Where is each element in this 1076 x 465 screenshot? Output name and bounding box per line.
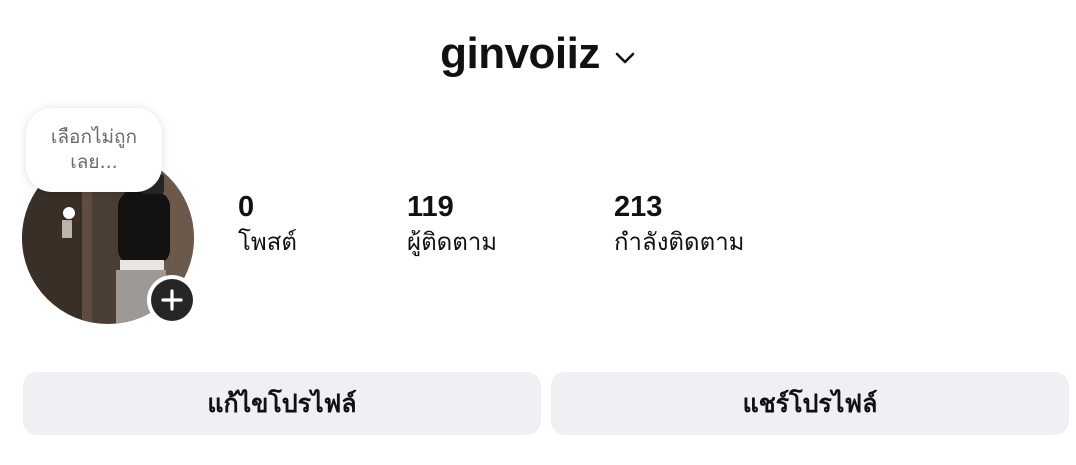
share-profile-button[interactable]: แชร์โปรไฟล์ [551, 372, 1069, 435]
posts-label: โพสต์ [238, 228, 297, 256]
followers-label: ผู้ติดตาม [407, 228, 498, 256]
profile-header: ginvoiiz [0, 22, 1076, 86]
username-switcher[interactable]: ginvoiiz [440, 29, 600, 79]
stat-followers[interactable]: 119 ผู้ติดตาม [407, 190, 497, 258]
note-text: เลือกไม่ถูกเลย... [50, 126, 138, 173]
stat-posts[interactable]: 0 โพสต์ [238, 190, 297, 258]
following-label: กำลังติดตาม [614, 228, 745, 256]
note-bubble-tail [63, 207, 75, 219]
add-story-badge[interactable] [147, 275, 197, 325]
edit-profile-button[interactable]: แก้ไขโปรไฟล์ [23, 372, 541, 435]
followers-count: 119 [407, 191, 454, 223]
following-count: 213 [614, 191, 663, 223]
posts-count: 0 [238, 191, 255, 223]
plus-icon [151, 279, 193, 321]
stat-following[interactable]: 213 กำลังติดตาม [614, 190, 745, 258]
note-bubble[interactable]: เลือกไม่ถูกเลย... [26, 108, 162, 192]
chevron-down-icon[interactable] [614, 51, 636, 65]
